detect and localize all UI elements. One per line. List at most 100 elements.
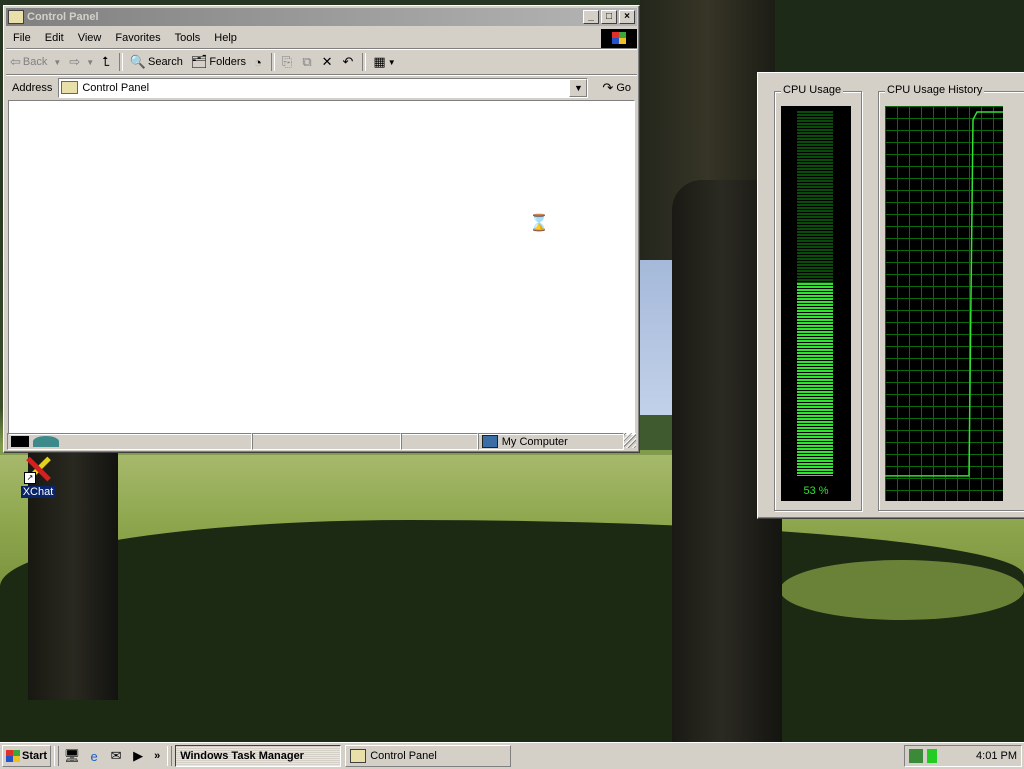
cpu-usage-meter: 53 % <box>781 106 851 501</box>
menu-file[interactable]: File <box>6 32 38 44</box>
outlook-express-icon[interactable]: ✉ <box>106 746 126 766</box>
clock[interactable]: 4:01 PM <box>976 750 1017 762</box>
desktop-icon-label: XChat <box>20 486 56 498</box>
quick-launch-more-icon[interactable]: » <box>154 750 160 762</box>
cpu-history-series <box>885 111 1003 477</box>
start-button[interactable]: Start <box>2 745 52 767</box>
cpu-usage-label: CPU Usage <box>781 84 844 96</box>
history-button[interactable]: ◔ <box>250 52 268 72</box>
undo-button[interactable]: ↶ <box>339 52 360 72</box>
address-value: Control Panel <box>82 81 150 94</box>
cpu-history-graph <box>885 106 1003 501</box>
windows-logo-icon <box>601 28 637 48</box>
go-label: Go <box>616 81 631 94</box>
show-desktop-icon[interactable]: 🖥 <box>62 746 82 766</box>
address-label: Address <box>12 81 53 94</box>
cpu-tray-icon[interactable] <box>927 749 937 763</box>
shortcut-arrow-icon: ↗ <box>24 472 36 484</box>
menu-favorites[interactable]: Favorites <box>108 32 167 44</box>
address-dropdown-button[interactable]: ▼ <box>569 78 588 97</box>
title-bar[interactable]: Control Panel _ □ × <box>6 8 637 26</box>
desktop-icon-xchat[interactable]: ↗ XChat <box>18 454 58 498</box>
busy-cursor-icon: ⌛ <box>529 215 549 232</box>
forward-button[interactable]: ⇨ ▼ <box>65 52 98 72</box>
chevron-down-icon: ▼ <box>53 57 62 67</box>
control-panel-folder-icon <box>61 81 79 94</box>
chevron-down-icon: ▼ <box>387 57 396 67</box>
status-pane-main <box>7 433 253 450</box>
close-button[interactable]: × <box>619 10 635 24</box>
move-to-icon: ⎘ <box>281 54 293 69</box>
control-panel-icon <box>8 10 24 24</box>
status-black-icon <box>11 436 29 447</box>
media-player-icon[interactable]: ▶ <box>128 746 148 766</box>
task-manager-window[interactable]: CPU Usage 53 % CPU Usage History <box>757 72 1024 519</box>
delete-icon: ✕ <box>321 54 333 69</box>
internet-explorer-icon[interactable]: e <box>84 746 104 766</box>
folders-button[interactable]: 🗂 Folders <box>187 52 250 72</box>
up-folder-icon: ⮤ <box>102 54 110 69</box>
cpu-history-label: CPU Usage History <box>885 84 985 96</box>
menu-edit[interactable]: Edit <box>38 32 71 44</box>
network-icon[interactable] <box>909 749 923 763</box>
forward-arrow-icon: ⇨ <box>69 54 81 69</box>
status-pane-small <box>400 433 478 450</box>
status-pane-zone: My Computer <box>477 433 625 450</box>
views-button[interactable]: ▦ ▼ <box>369 52 399 72</box>
move-to-button[interactable]: ⎘ <box>278 52 298 72</box>
views-icon: ▦ <box>373 54 386 69</box>
menu-tools[interactable]: Tools <box>168 32 208 44</box>
menu-help[interactable]: Help <box>207 32 244 44</box>
sunlit-grass <box>780 560 1024 620</box>
my-computer-icon <box>481 435 498 448</box>
cpu-meter-fill <box>797 282 833 476</box>
minimize-button[interactable]: _ <box>583 10 599 24</box>
cpu-history-group: CPU Usage History <box>878 84 1024 511</box>
delete-button[interactable]: ✕ <box>318 52 339 72</box>
search-icon: 🔍 <box>129 54 146 69</box>
window-title: Control Panel <box>27 11 99 23</box>
folders-icon: 🗂 <box>190 54 208 69</box>
cpu-meter-track <box>797 111 833 476</box>
task-button-task-manager[interactable]: Windows Task Manager <box>175 745 342 767</box>
status-bar: My Computer <box>7 433 636 450</box>
loading-progress-icon <box>33 436 59 447</box>
copy-to-button[interactable]: ⧉ <box>298 52 317 72</box>
maximize-button[interactable]: □ <box>601 10 617 24</box>
zone-label: My Computer <box>501 435 568 448</box>
search-button[interactable]: 🔍 Search <box>126 52 187 72</box>
windows-logo-icon <box>6 750 20 762</box>
go-button[interactable]: ↷ Go <box>596 80 637 96</box>
toolbar-separator <box>270 53 275 71</box>
task-label: Windows Task Manager <box>180 750 304 762</box>
search-label: Search <box>147 56 183 68</box>
quick-launch-grip[interactable] <box>54 746 60 766</box>
history-icon: ◔ <box>254 54 262 70</box>
undo-icon: ↶ <box>342 54 354 69</box>
folder-view[interactable]: ⌛ <box>8 100 635 435</box>
resize-grip[interactable] <box>624 433 636 448</box>
system-tray: 4:01 PM <box>904 745 1022 767</box>
back-button[interactable]: ⇦ Back ▼ <box>6 52 65 72</box>
back-label: Back <box>22 56 48 68</box>
menu-view[interactable]: View <box>71 32 109 44</box>
control-panel-window[interactable]: Control Panel _ □ × File Edit View Favor… <box>3 5 640 453</box>
up-folder-button[interactable]: ⮤ <box>98 52 116 72</box>
standard-toolbar: ⇦ Back ▼ ⇨ ▼ ⮤ 🔍 Search 🗂 Folders ◔ ⎘ ⧉ <box>6 49 637 75</box>
task-button-control-panel[interactable]: Control Panel <box>345 745 512 767</box>
back-arrow-icon: ⇦ <box>10 54 21 69</box>
cpu-history-line <box>885 111 1003 477</box>
taskbar: Start 🖥 e ✉ ▶ » Windows Task Manager Con… <box>0 742 1024 769</box>
copy-to-icon: ⧉ <box>302 54 312 69</box>
start-label: Start <box>22 750 48 762</box>
address-field[interactable]: Control Panel ▼ <box>58 77 589 98</box>
cpu-percent-text: 53 % <box>803 485 829 497</box>
cpu-usage-group: CPU Usage 53 % <box>774 84 862 511</box>
folders-label: Folders <box>209 56 247 68</box>
address-bar: Address Control Panel ▼ ↷ Go <box>6 75 637 99</box>
xchat-icon: ↗ <box>22 454 54 486</box>
menu-bar: File Edit View Favorites Tools Help <box>6 28 637 49</box>
tasks-grip[interactable] <box>167 746 173 766</box>
go-arrow-icon: ↷ <box>602 79 614 95</box>
control-panel-icon <box>350 749 367 763</box>
